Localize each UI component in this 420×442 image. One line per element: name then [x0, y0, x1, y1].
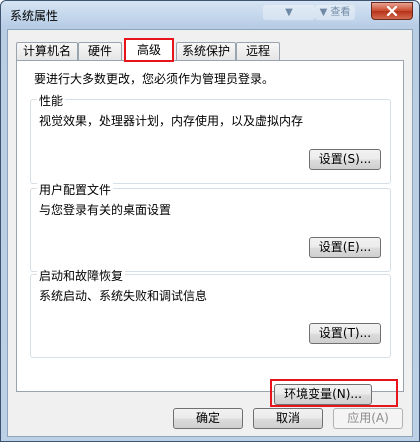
tab-system-protection[interactable]: 系统保护 — [176, 42, 236, 60]
startup-recovery-group: 启动和故障恢复 系统启动、系统失败和调试信息 设置(T)... — [30, 267, 391, 358]
dialog-client-area: 计算机名 硬件 高级 系统保护 远程 要进行大多数更改，您必须作为管理员登录。 … — [7, 29, 413, 437]
tab-computer-name[interactable]: 计算机名 — [16, 42, 78, 60]
tab-hardware[interactable]: 硬件 — [78, 42, 122, 60]
background-view-label: ▼ 查看 — [315, 5, 355, 20]
startup-recovery-description: 系统启动、系统失败和调试信息 — [39, 289, 208, 303]
tab-remote[interactable]: 远程 — [236, 42, 280, 60]
performance-title: 性能 — [37, 92, 66, 109]
performance-settings-button[interactable]: 设置(S)... — [309, 149, 381, 170]
background-toolbar-button: ▼ — [263, 5, 315, 20]
close-icon — [386, 6, 398, 16]
cancel-button[interactable]: 取消 — [253, 408, 323, 429]
user-profiles-title: 用户配置文件 — [37, 181, 114, 198]
environment-variables-highlight — [270, 379, 398, 407]
system-properties-window: 系统属性 ▼ ▼ 查看 计算机名 硬件 高级 系统保护 远程 要进行大多数更改，… — [0, 0, 420, 442]
ok-button[interactable]: 确定 — [173, 408, 243, 429]
title-bar[interactable]: 系统属性 ▼ ▼ 查看 — [1, 1, 419, 27]
user-profiles-group: 用户配置文件 与您登录有关的桌面设置 设置(E)... — [30, 181, 391, 272]
user-profiles-description: 与您登录有关的桌面设置 — [39, 203, 172, 217]
startup-recovery-title: 启动和故障恢复 — [37, 267, 126, 284]
performance-group: 性能 视觉效果，处理器计划，内存使用，以及虚拟内存 设置(S)... — [30, 92, 391, 184]
tab-advanced-highlight — [124, 38, 174, 62]
admin-notice: 要进行大多数更改，您必须作为管理员登录。 — [34, 72, 275, 86]
advanced-tab-panel: 要进行大多数更改，您必须作为管理员登录。 性能 视觉效果，处理器计划，内存使用，… — [16, 60, 404, 407]
apply-button[interactable]: 应用(A) — [333, 408, 403, 429]
startup-recovery-settings-button[interactable]: 设置(T)... — [309, 323, 381, 344]
user-profiles-settings-button[interactable]: 设置(E)... — [309, 237, 381, 258]
performance-description: 视觉效果，处理器计划，内存使用，以及虚拟内存 — [39, 114, 304, 128]
close-button[interactable] — [371, 2, 413, 20]
window-title: 系统属性 — [10, 9, 59, 23]
